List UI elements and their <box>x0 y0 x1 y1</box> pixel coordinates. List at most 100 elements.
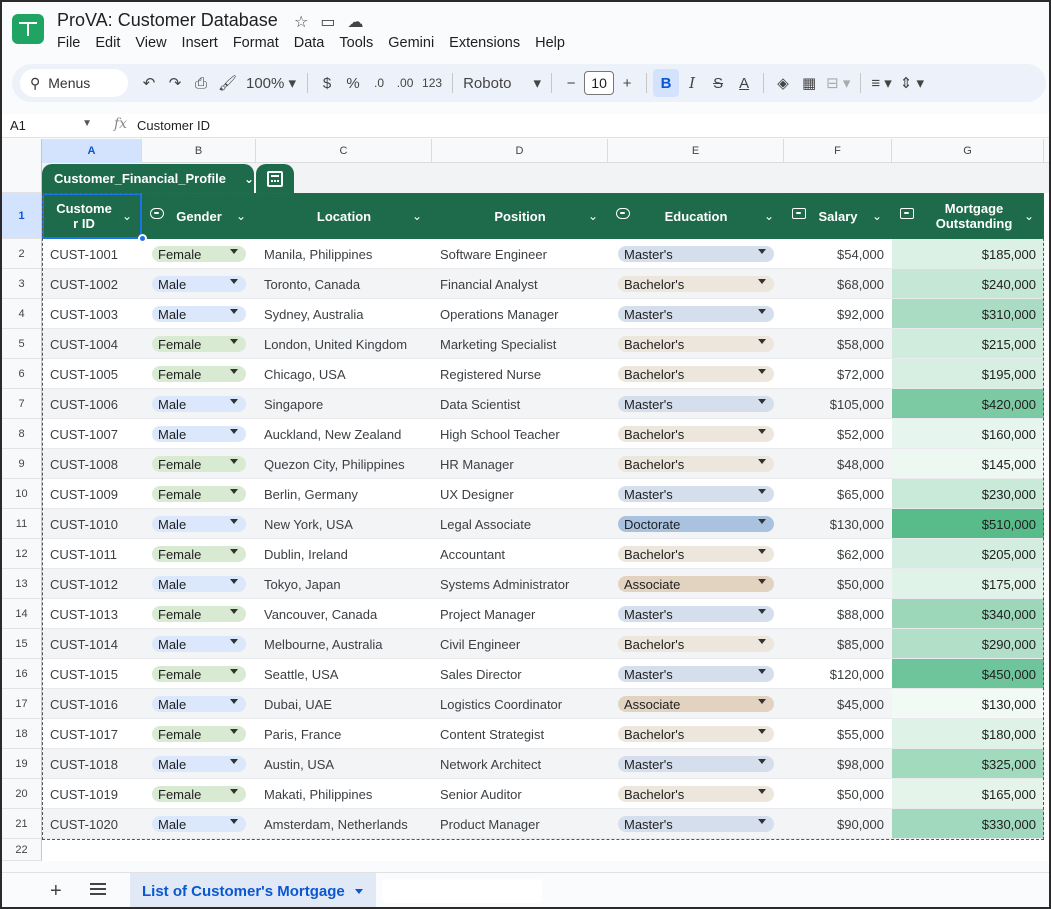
gender-cell-chip[interactable]: Male <box>152 396 246 412</box>
font-size-increase-button[interactable]: + <box>614 69 640 97</box>
location-cell[interactable]: Austin, USA <box>256 749 432 779</box>
dropdown-arrow-icon[interactable] <box>758 369 766 374</box>
customer-id-cell[interactable]: CUST-1018 <box>42 749 142 779</box>
dropdown-arrow-icon[interactable] <box>230 249 238 254</box>
gender-cell[interactable]: Female <box>142 449 256 479</box>
cloud-status-icon[interactable]: ☁ <box>347 12 363 32</box>
education-cell[interactable]: Master's <box>608 809 784 839</box>
dropdown-arrow-icon[interactable] <box>230 669 238 674</box>
gender-cell-chip[interactable]: Male <box>152 576 246 592</box>
salary-cell[interactable]: $98,000 <box>784 749 892 779</box>
education-cell[interactable]: Master's <box>608 479 784 509</box>
row-header[interactable]: 6 <box>2 359 42 389</box>
dropdown-arrow-icon[interactable] <box>230 399 238 404</box>
salary-cell[interactable]: $48,000 <box>784 449 892 479</box>
name-box[interactable]: A1 ▼ <box>10 118 100 133</box>
dropdown-arrow-icon[interactable] <box>230 729 238 734</box>
mortgage-cell[interactable]: $510,000 <box>892 509 1044 539</box>
gender-cell-chip[interactable]: Female <box>152 546 246 562</box>
font-size-input[interactable]: 10 <box>584 71 615 95</box>
gender-cell[interactable]: Male <box>142 269 256 299</box>
redo-icon[interactable]: ↷ <box>162 69 188 97</box>
position-cell[interactable]: Financial Analyst <box>432 269 608 299</box>
mortgage-cell[interactable]: $330,000 <box>892 809 1044 839</box>
dropdown-arrow-icon[interactable] <box>230 789 238 794</box>
salary-cell[interactable]: $65,000 <box>784 479 892 509</box>
education-cell-chip[interactable]: Master's <box>618 486 774 502</box>
customer-id-cell[interactable]: CUST-1001 <box>42 239 142 269</box>
mortgage-cell[interactable]: $195,000 <box>892 359 1044 389</box>
chevron-down-icon[interactable]: ⌄ <box>412 209 422 224</box>
customer-id-cell[interactable]: CUST-1012 <box>42 569 142 599</box>
education-cell[interactable]: Bachelor's <box>608 359 784 389</box>
customer-id-cell[interactable]: CUST-1014 <box>42 629 142 659</box>
increase-decimal-button[interactable]: .00 <box>392 69 418 97</box>
gender-cell-chip[interactable]: Male <box>152 306 246 322</box>
row-header[interactable]: 15 <box>2 629 42 659</box>
add-sheet-button[interactable]: + <box>50 880 62 903</box>
salary-cell[interactable]: $68,000 <box>784 269 892 299</box>
percent-format-button[interactable]: % <box>340 69 366 97</box>
education-cell-chip[interactable]: Associate <box>618 576 774 592</box>
table-menu-button[interactable] <box>256 164 294 193</box>
mortgage-cell[interactable]: $160,000 <box>892 419 1044 449</box>
mortgage-cell[interactable]: $450,000 <box>892 659 1044 689</box>
row-header[interactable]: 3 <box>2 269 42 299</box>
sheet-tab[interactable]: List of Customer's Mortgage <box>130 873 376 907</box>
row-header[interactable]: 1 <box>2 193 42 239</box>
gender-cell[interactable]: Female <box>142 779 256 809</box>
gender-cell[interactable]: Male <box>142 509 256 539</box>
education-cell-chip[interactable]: Bachelor's <box>618 726 774 742</box>
gender-cell[interactable]: Female <box>142 239 256 269</box>
gender-cell[interactable]: Female <box>142 329 256 359</box>
salary-cell[interactable]: $55,000 <box>784 719 892 749</box>
position-cell[interactable]: Product Manager <box>432 809 608 839</box>
education-cell[interactable]: Bachelor's <box>608 629 784 659</box>
gender-cell-chip[interactable]: Female <box>152 366 246 382</box>
gender-cell[interactable]: Female <box>142 599 256 629</box>
position-cell[interactable]: Software Engineer <box>432 239 608 269</box>
chevron-down-icon[interactable]: ⌄ <box>588 209 598 224</box>
dropdown-arrow-icon[interactable] <box>230 369 238 374</box>
row-header[interactable]: 12 <box>2 539 42 569</box>
currency-format-button[interactable]: $ <box>314 69 340 97</box>
mortgage-cell[interactable]: $230,000 <box>892 479 1044 509</box>
gender-cell[interactable]: Male <box>142 569 256 599</box>
position-cell[interactable]: Content Strategist <box>432 719 608 749</box>
table-header-position[interactable]: Position ⌄ <box>432 193 608 239</box>
column-header-g[interactable]: G <box>892 139 1044 163</box>
row-header[interactable]: 14 <box>2 599 42 629</box>
dropdown-arrow-icon[interactable] <box>758 789 766 794</box>
menu-item-edit[interactable]: Edit <box>95 35 120 51</box>
gender-cell-chip[interactable]: Female <box>152 336 246 352</box>
undo-icon[interactable]: ↶ <box>136 69 162 97</box>
gender-cell-chip[interactable]: Male <box>152 516 246 532</box>
dropdown-arrow-icon[interactable] <box>230 549 238 554</box>
customer-id-cell[interactable]: CUST-1003 <box>42 299 142 329</box>
row-header[interactable]: 11 <box>2 509 42 539</box>
location-cell[interactable]: Auckland, New Zealand <box>256 419 432 449</box>
gender-cell-chip[interactable]: Male <box>152 816 246 832</box>
dropdown-arrow-icon[interactable] <box>230 579 238 584</box>
row-header[interactable]: 17 <box>2 689 42 719</box>
dropdown-arrow-icon[interactable] <box>758 459 766 464</box>
education-cell-chip[interactable]: Associate <box>618 696 774 712</box>
location-cell[interactable]: Dubai, UAE <box>256 689 432 719</box>
position-cell[interactable]: Logistics Coordinator <box>432 689 608 719</box>
position-cell[interactable]: HR Manager <box>432 449 608 479</box>
customer-id-cell[interactable]: CUST-1020 <box>42 809 142 839</box>
location-cell[interactable]: Makati, Philippines <box>256 779 432 809</box>
salary-cell[interactable]: $90,000 <box>784 809 892 839</box>
menu-item-format[interactable]: Format <box>233 35 279 51</box>
dropdown-arrow-icon[interactable] <box>230 639 238 644</box>
education-cell[interactable]: Bachelor's <box>608 269 784 299</box>
salary-cell[interactable]: $85,000 <box>784 629 892 659</box>
salary-cell[interactable]: $105,000 <box>784 389 892 419</box>
position-cell[interactable]: Legal Associate <box>432 509 608 539</box>
education-cell-chip[interactable]: Master's <box>618 396 774 412</box>
education-cell-chip[interactable]: Master's <box>618 606 774 622</box>
salary-cell[interactable]: $120,000 <box>784 659 892 689</box>
education-cell[interactable]: Master's <box>608 659 784 689</box>
row-header[interactable]: 10 <box>2 479 42 509</box>
customer-id-cell[interactable]: CUST-1011 <box>42 539 142 569</box>
